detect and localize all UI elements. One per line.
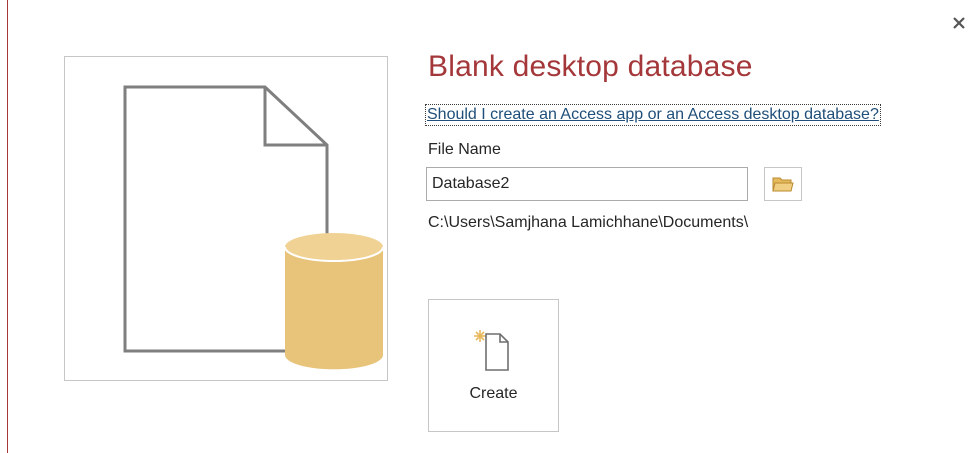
help-link[interactable]: Should I create an Access app or an Acce… <box>425 104 881 126</box>
blank-database-illustration <box>123 85 384 370</box>
file-name-input[interactable] <box>426 167 748 201</box>
save-location-path: C:\Users\Samjhana Lamichhane\Documents\ <box>428 214 749 231</box>
dialog-title: Blank desktop database <box>428 50 753 83</box>
browse-folder-button[interactable] <box>764 167 802 201</box>
file-name-label: File Name <box>428 141 501 158</box>
create-button-label: Create <box>469 385 518 402</box>
folder-icon <box>772 177 794 192</box>
close-button[interactable] <box>948 12 970 34</box>
close-icon <box>953 17 965 29</box>
new-document-icon <box>474 330 509 371</box>
create-button[interactable]: Create <box>428 299 559 432</box>
template-preview <box>64 56 388 381</box>
window-left-border <box>7 0 8 453</box>
